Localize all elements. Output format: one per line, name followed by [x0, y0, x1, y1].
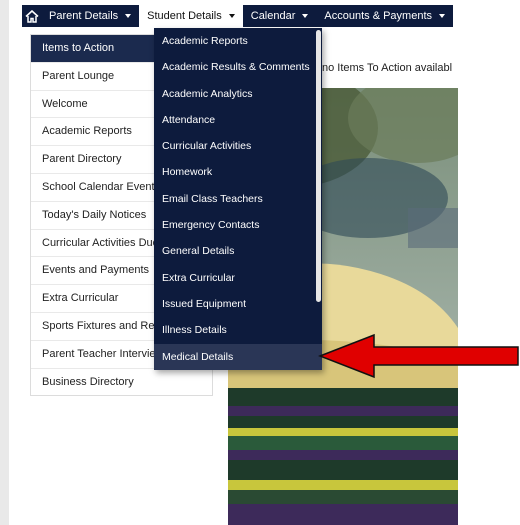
- nav-calendar[interactable]: Calendar: [243, 5, 317, 27]
- chevron-down-icon: [228, 14, 235, 18]
- menu-item-academic-reports[interactable]: Academic Reports: [154, 28, 322, 54]
- red-arrow-annotation: [318, 333, 519, 379]
- nav-accounts-payments[interactable]: Accounts & Payments: [316, 5, 453, 27]
- home-button[interactable]: [22, 5, 41, 27]
- home-icon: [24, 9, 39, 23]
- left-edge-strip: [0, 0, 9, 525]
- menu-item-email-class-teachers[interactable]: Email Class Teachers: [154, 186, 322, 212]
- menu-item-extra-curricular[interactable]: Extra Curricular: [154, 265, 322, 291]
- items-to-action-notice: no Items To Action availabl: [322, 62, 453, 74]
- nav-calendar-label: Calendar: [250, 10, 296, 22]
- nav-parent-details-label: Parent Details: [49, 10, 119, 22]
- menu-item-curricular-activities[interactable]: Curricular Activities: [154, 133, 322, 159]
- chevron-down-icon: [302, 14, 309, 18]
- menu-item-illness-details[interactable]: Illness Details: [154, 317, 322, 343]
- dropdown-scrollbar[interactable]: [316, 30, 321, 302]
- nav-parent-details[interactable]: Parent Details: [41, 5, 139, 27]
- nav-student-details[interactable]: Student Details: [139, 5, 243, 27]
- nav-student-details-label: Student Details: [147, 10, 222, 22]
- student-details-dropdown: Academic Reports Academic Results & Comm…: [154, 28, 322, 370]
- chevron-down-icon: [439, 14, 445, 18]
- menu-item-issued-equipment[interactable]: Issued Equipment: [154, 291, 322, 317]
- top-navbar: Parent Details Student Details Calendar …: [22, 5, 453, 27]
- menu-item-homework[interactable]: Homework: [154, 159, 322, 185]
- menu-item-academic-analytics[interactable]: Academic Analytics: [154, 81, 322, 107]
- sidebar-item-business-directory[interactable]: Business Directory: [31, 369, 212, 397]
- menu-item-academic-results[interactable]: Academic Results & Comments: [154, 54, 322, 80]
- chevron-down-icon: [125, 14, 132, 18]
- nav-accounts-payments-label: Accounts & Payments: [324, 10, 432, 22]
- menu-item-general-details[interactable]: General Details: [154, 238, 322, 264]
- menu-item-medical-details[interactable]: Medical Details: [154, 343, 322, 370]
- menu-item-emergency-contacts[interactable]: Emergency Contacts: [154, 212, 322, 238]
- menu-item-attendance[interactable]: Attendance: [154, 107, 322, 133]
